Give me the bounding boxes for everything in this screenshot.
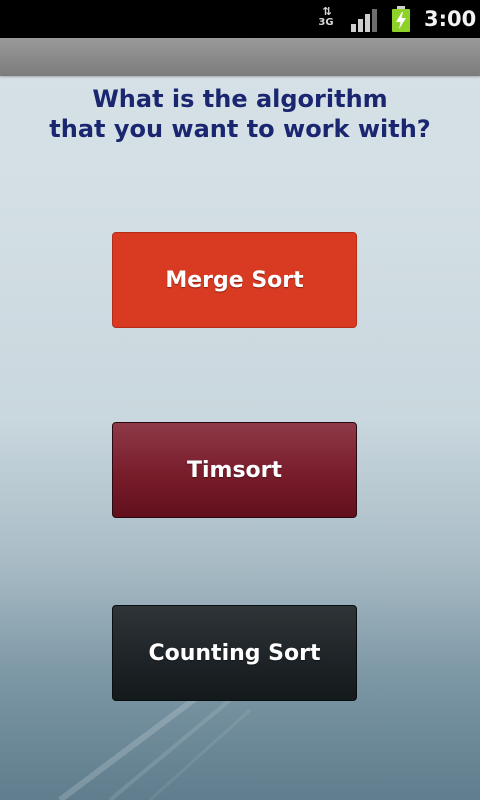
timsort-button[interactable]: Timsort bbox=[112, 422, 357, 518]
network-indicator: ⇅ 3G bbox=[316, 6, 336, 32]
network-type-label: 3G bbox=[318, 17, 334, 28]
signal-bars-icon bbox=[351, 9, 377, 32]
question-line-2: that you want to work with? bbox=[49, 115, 431, 143]
battery-charging-icon bbox=[392, 6, 410, 32]
status-bar: ⇅ 3G 3:00 bbox=[0, 0, 480, 38]
counting-sort-button[interactable]: Counting Sort bbox=[112, 605, 357, 701]
status-clock: 3:00 bbox=[424, 7, 477, 31]
question-line-1: What is the algorithm bbox=[92, 85, 388, 113]
merge-sort-button[interactable]: Merge Sort bbox=[112, 232, 357, 328]
app-screen: ⇅ 3G 3:00 What is the algorithm that you… bbox=[0, 0, 480, 800]
merge-sort-label: Merge Sort bbox=[165, 267, 304, 293]
timsort-label: Timsort bbox=[186, 457, 283, 483]
title-bar bbox=[0, 38, 480, 76]
counting-sort-label: Counting Sort bbox=[148, 640, 321, 666]
question-text: What is the algorithm that you want to w… bbox=[0, 84, 480, 144]
